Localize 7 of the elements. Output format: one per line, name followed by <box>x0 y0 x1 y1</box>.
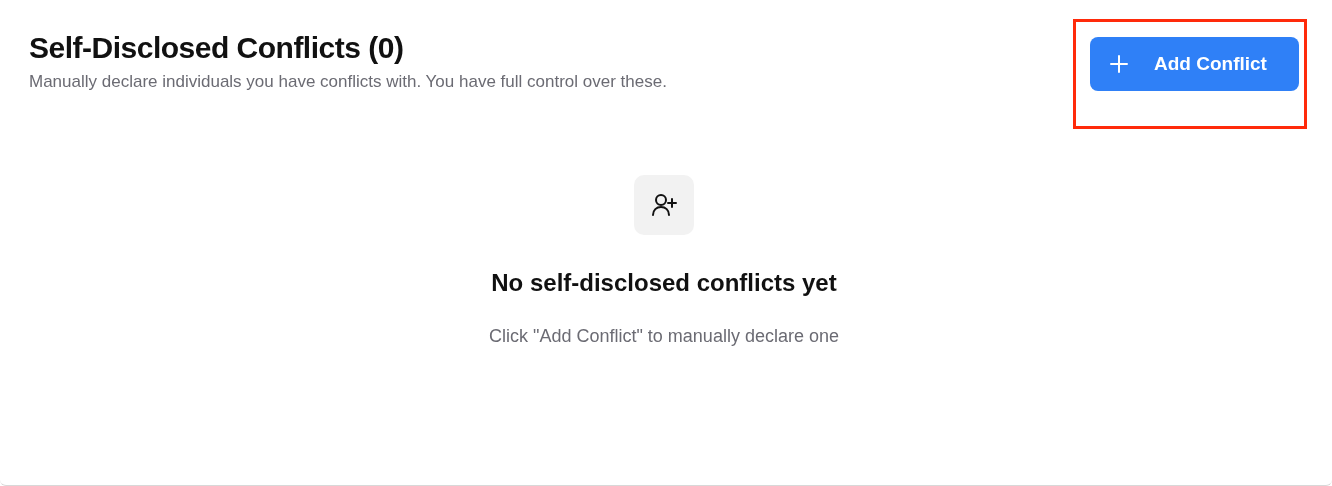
empty-state-hint: Click "Add Conflict" to manually declare one <box>489 324 839 348</box>
empty-state-heading: No self-disclosed conflicts yet <box>491 267 837 298</box>
page-title: Self-Disclosed Conflicts (0) <box>29 30 405 66</box>
user-plus-icon <box>634 174 694 235</box>
plus-icon <box>1110 55 1128 73</box>
page-subtitle: Manually declare individuals you have conflicts with. You have full control over these. <box>29 71 667 93</box>
add-conflict-button[interactable]: Add Conflict <box>1090 37 1299 91</box>
